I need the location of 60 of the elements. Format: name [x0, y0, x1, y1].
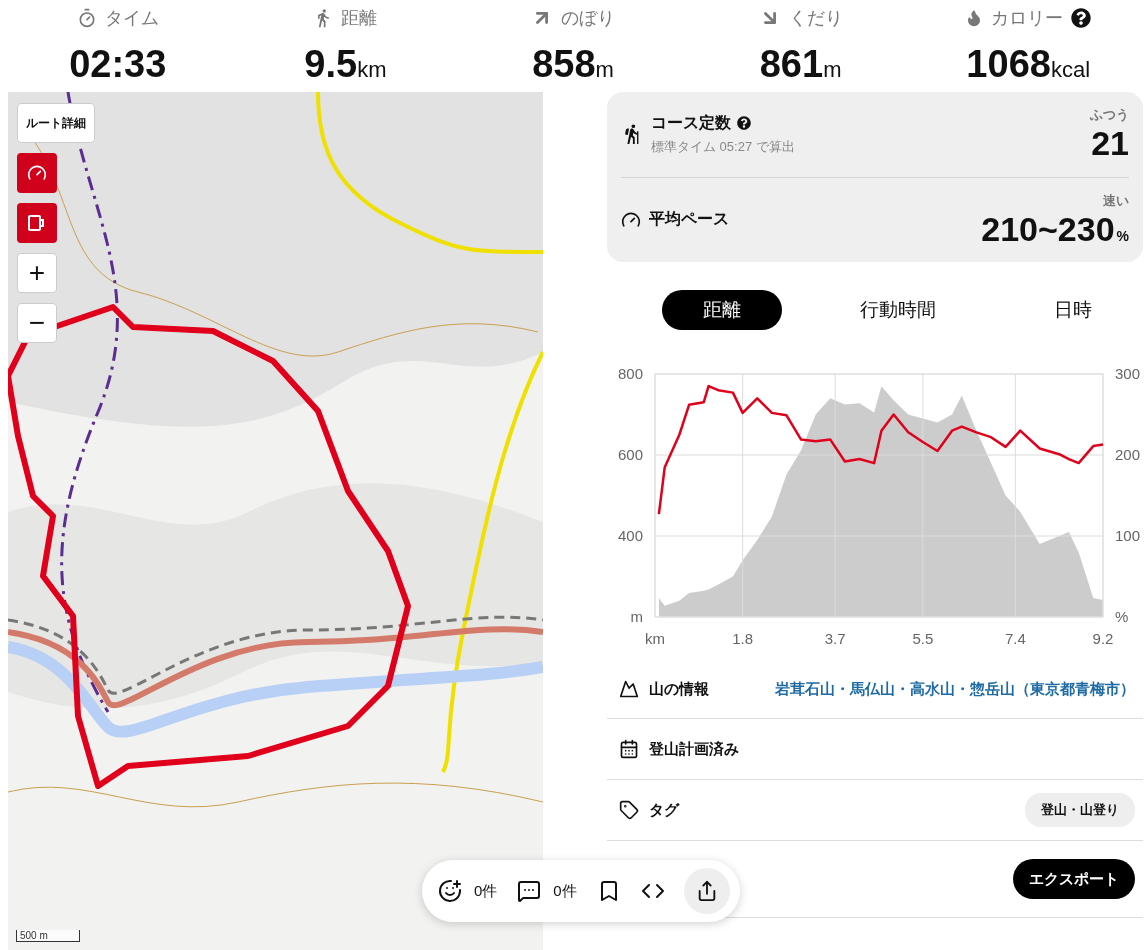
stat-value: 02:33 [69, 44, 167, 84]
unit-label: % [1116, 227, 1129, 244]
stat-value: 1068kcal [966, 44, 1091, 87]
mountain-icon [619, 679, 639, 699]
card-title: 平均ペース [649, 209, 729, 230]
zoom-in-button[interactable]: + [17, 253, 57, 293]
smiley-plus-icon [438, 879, 462, 903]
course-constant-value: 21 [1091, 124, 1129, 163]
help-icon[interactable] [1071, 8, 1092, 28]
tag-chip[interactable]: 登山・山登り [1025, 793, 1135, 827]
axis-tick-label: km [645, 630, 665, 647]
reaction-count: 0件 [474, 881, 498, 901]
axis-tick-label: 200 [1115, 446, 1141, 463]
info-label: タグ [649, 800, 679, 820]
axis-tick-label: 300 [1115, 365, 1141, 382]
export-button[interactable]: エクスポート [1013, 859, 1135, 899]
mountain-link[interactable]: 岩茸石山・馬仏山・高水山・惣岳山（東京都青梅市） [775, 679, 1135, 699]
tag-icon [619, 800, 639, 820]
stat-label: 距離 [341, 7, 378, 30]
chart-tab[interactable]: 行動時間 [837, 290, 958, 330]
axis-tick-label: 800 [617, 365, 643, 382]
stat-label: カロリー [991, 7, 1064, 30]
info-label: 登山計画済み [649, 739, 739, 759]
axis-tick-label: 1.8 [732, 630, 754, 647]
axis-tick-label: 400 [617, 527, 643, 544]
calendar-icon [619, 739, 639, 759]
scale-bar: 500 m [16, 930, 80, 942]
axis-tick-label: m [630, 608, 643, 625]
level-label: 速い [1103, 191, 1129, 210]
axis-tick-label: 600 [617, 446, 643, 463]
help-icon[interactable] [737, 116, 751, 131]
stat-label: タイム [104, 7, 159, 30]
level-label: ふつう [1090, 106, 1129, 125]
card-title: コース定数 [651, 112, 731, 133]
axis-tick-label: 3.7 [824, 630, 846, 647]
stat-value: 861m [759, 44, 842, 87]
axis-tick-label: % [1115, 608, 1129, 625]
card-subtitle: 標準タイム 05:27 で算出 [651, 137, 795, 156]
stat-value: 9.5km [304, 44, 387, 87]
stat-label: くだり [788, 7, 843, 30]
axis-tick-label: 9.2 [1092, 630, 1114, 647]
info-label: 山の情報 [649, 679, 709, 699]
pace-value: 210~230 [981, 209, 1115, 248]
stat-label: のぼり [561, 7, 615, 30]
share-icon [696, 880, 718, 902]
zoom-out-button[interactable]: − [17, 303, 57, 343]
comment-count: 0件 [553, 881, 577, 901]
comment-icon [517, 879, 542, 903]
route-detail-button[interactable]: ルート詳細 [17, 103, 95, 143]
mug-icon [27, 213, 47, 233]
chart-tab[interactable]: 日時 [1013, 290, 1133, 330]
stat-value: 858m [532, 44, 614, 87]
axis-tick-label: 5.5 [912, 630, 934, 647]
axis-tick-label: 100 [1115, 527, 1141, 544]
speedometer-icon [27, 163, 47, 183]
map-tool-button[interactable] [17, 203, 57, 243]
share-button[interactable] [684, 868, 730, 914]
chart-tab[interactable]: 距離 [662, 290, 782, 330]
map-tool-button[interactable] [17, 153, 57, 193]
axis-tick-label: 7.4 [1004, 630, 1026, 647]
